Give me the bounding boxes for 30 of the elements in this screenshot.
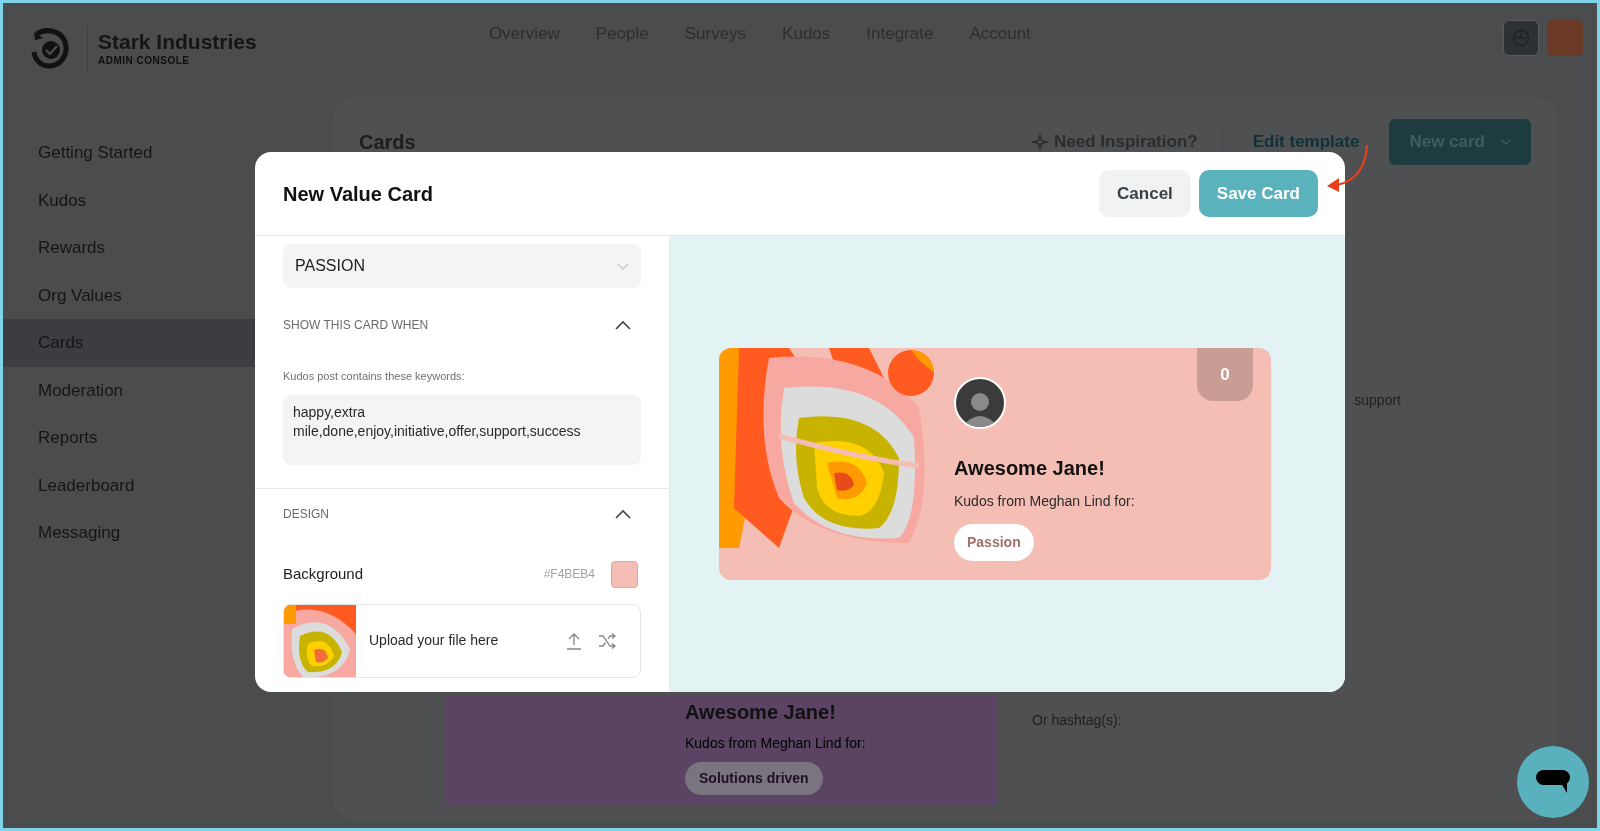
collapse-icon[interactable] [615,320,631,330]
brand-name: Stark Industries [98,29,257,54]
brand-subtitle: ADMIN CONSOLE [98,54,191,69]
modal-title: New Value Card [283,181,435,207]
color-swatch[interactable] [611,560,638,588]
upload-label: Upload your file here [369,631,500,650]
upload-icon[interactable] [566,631,582,650]
keywords-field[interactable]: happy,extra mile,done,enjoy,initiative,offer,support,success [283,394,641,465]
sparkle-icon [1032,132,1051,151]
cancel-button[interactable]: Cancel [1099,169,1191,218]
card-title: Awesome Jane! [685,699,837,725]
help-button[interactable] [1503,20,1539,56]
collapse-icon[interactable] [615,508,631,519]
card-subtitle: Kudos from Meghan Lind for: [954,492,1135,511]
color-code: #F4BEB4 [543,566,595,583]
caret-icon [1501,138,1511,145]
logo-icon [31,28,71,70]
upload-field[interactable]: Upload your file here [283,603,641,678]
kudos-counter: 0 [1197,348,1253,401]
card-subtitle: Kudos from Meghan Lind for: [685,733,867,753]
section-title[interactable]: DESIGN [283,504,329,523]
chevron-down-icon [617,262,629,270]
value-dropdown[interactable]: PASSION [283,244,641,288]
value-tag: Solutions driven [685,761,823,795]
shuffle-icon[interactable] [598,632,616,649]
background-label: Background [283,563,365,584]
keywords-label: Kudos post contains these keywords: [283,369,466,384]
value-tag: Passion [954,524,1034,561]
save-card-button[interactable]: Save Card [1198,169,1318,218]
card-title: Awesome Jane! [954,456,1106,481]
